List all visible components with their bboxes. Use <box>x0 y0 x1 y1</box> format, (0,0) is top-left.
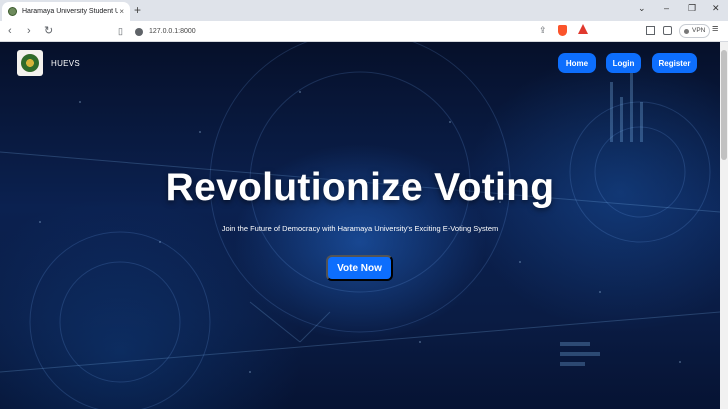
reload-button[interactable]: ↻ <box>44 24 53 38</box>
brave-shield-icon[interactable] <box>558 25 567 36</box>
university-logo[interactable] <box>17 50 43 76</box>
new-tab-button[interactable]: + <box>134 3 141 17</box>
page-scrollbar[interactable] <box>720 42 728 409</box>
sidebar-icon[interactable] <box>646 26 655 35</box>
tab-title: Haramaya University Student U <box>22 8 118 15</box>
brave-rewards-icon[interactable] <box>578 24 588 34</box>
browser-toolbar: ‹ › ↻ ▯ 127.0.0.1:8000 ⇪ VPN ≡ <box>0 21 728 42</box>
university-seal-icon <box>21 54 39 72</box>
wallet-icon[interactable] <box>663 26 672 35</box>
scrollbar-thumb[interactable] <box>721 50 727 160</box>
register-button[interactable]: Register <box>652 53 697 73</box>
address-bar[interactable]: ▯ 127.0.0.1:8000 <box>118 23 594 40</box>
url-text[interactable]: 127.0.0.1:8000 <box>149 28 196 35</box>
tab-search-icon[interactable]: ⌄ <box>638 3 646 14</box>
forward-button[interactable]: › <box>27 24 31 38</box>
share-icon[interactable]: ⇪ <box>539 25 547 36</box>
hero-subtitle: Join the Future of Democracy with Harama… <box>221 224 499 233</box>
browser-tab[interactable]: Haramaya University Student U × <box>2 2 130 21</box>
minimize-button[interactable]: – <box>664 3 669 13</box>
vpn-button[interactable]: VPN <box>679 24 711 38</box>
close-tab-icon[interactable]: × <box>119 7 124 16</box>
vpn-label: VPN <box>692 27 706 34</box>
home-button[interactable]: Home <box>558 53 596 73</box>
vote-now-button[interactable]: Vote Now <box>326 255 393 281</box>
brand-name[interactable]: HUEVS <box>51 59 80 68</box>
hero-title: Revolutionize Voting <box>165 166 555 209</box>
login-button[interactable]: Login <box>606 53 641 73</box>
bookmark-icon[interactable]: ▯ <box>118 26 123 37</box>
close-window-button[interactable]: ✕ <box>712 3 720 14</box>
favicon-icon <box>8 7 17 16</box>
menu-icon[interactable]: ≡ <box>712 23 718 35</box>
back-button[interactable]: ‹ <box>8 24 12 38</box>
vpn-status-icon <box>684 29 689 34</box>
site-info-icon[interactable] <box>134 27 143 36</box>
maximize-button[interactable]: ❐ <box>688 3 696 14</box>
hero-section: HUEVS Home Login Register Revolutionize … <box>0 42 720 409</box>
browser-tab-strip: Haramaya University Student U × + ⌄ – ❐ … <box>0 0 728 21</box>
